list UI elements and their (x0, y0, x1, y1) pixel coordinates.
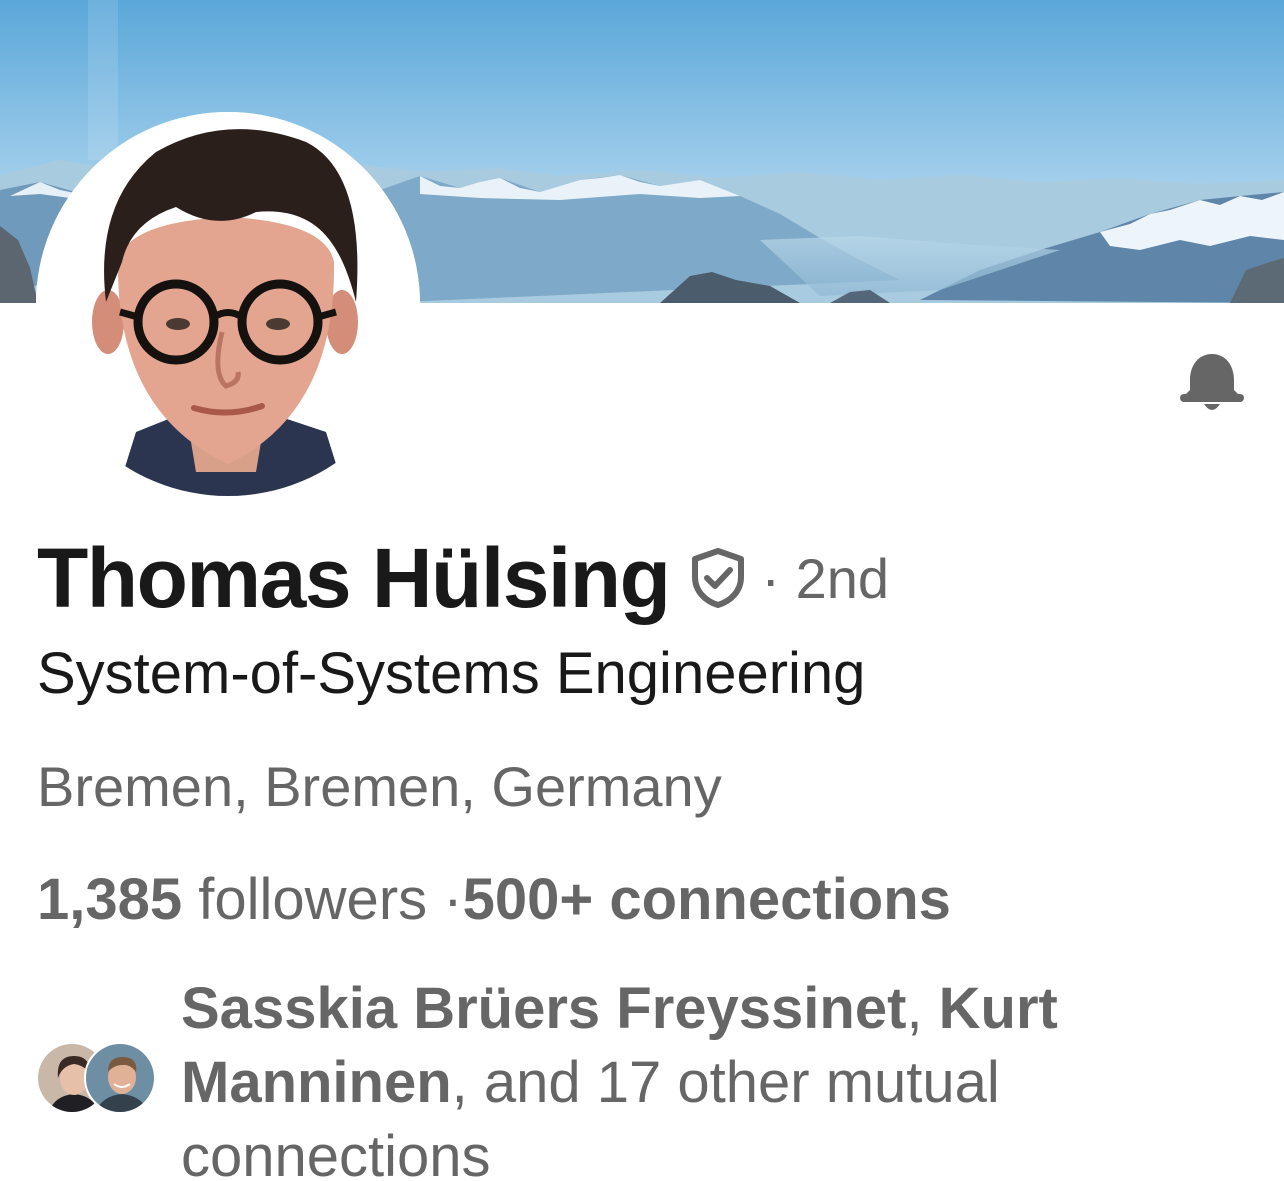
connection-degree: · 2nd (761, 546, 890, 610)
shield-check-icon[interactable] (689, 547, 747, 609)
profile-name: Thomas Hülsing (37, 530, 671, 625)
profile-avatar[interactable] (36, 112, 420, 496)
profile-headline: System-of-Systems Engineering (37, 641, 866, 706)
mutual-connections-text[interactable]: Sasskia Brüers Freyssinet, Kurt Manninen… (181, 972, 1181, 1181)
profile-photo (36, 112, 420, 496)
followers-count[interactable]: 1,385 (37, 867, 182, 932)
mutual-name-1[interactable]: Sasskia Brüers Freyssinet (181, 976, 906, 1041)
mutual-avatars[interactable] (36, 1042, 160, 1114)
connections-link[interactable]: 500+ connections (463, 867, 951, 932)
profile-stats: 1,385 followers ·500+ connections (37, 866, 951, 933)
avatar (84, 1042, 156, 1114)
profile-page: Thomas Hülsing · 2nd System-of-Systems E… (0, 0, 1284, 1181)
mutual-sep: , (906, 976, 939, 1041)
bell-icon[interactable] (1178, 350, 1246, 416)
profile-location: Bremen, Bremen, Germany (37, 755, 722, 818)
name-row: Thomas Hülsing · 2nd (37, 528, 889, 628)
followers-label[interactable]: followers · (182, 867, 462, 932)
